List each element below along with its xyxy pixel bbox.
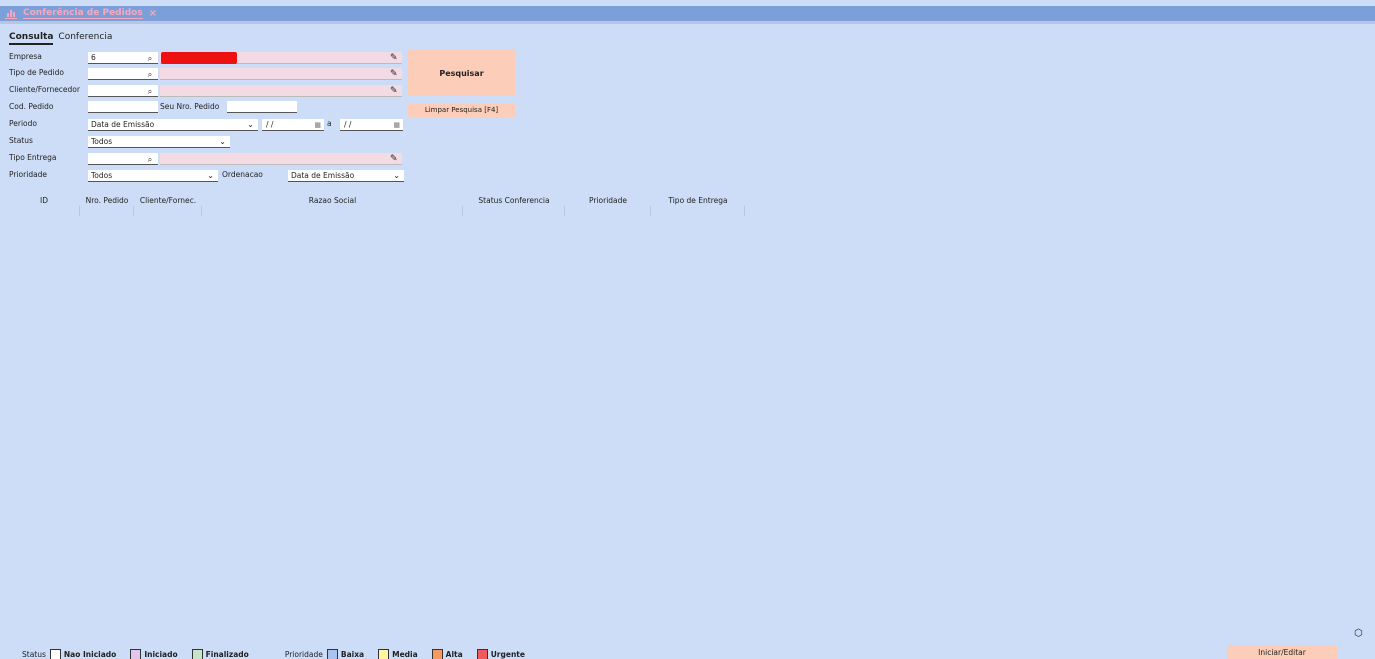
pencil-icon[interactable]: ✎: [390, 85, 398, 97]
cod-pedido-label: Cod. Pedido: [9, 102, 54, 111]
subtabs: Consulta Conferencia: [9, 32, 112, 45]
legend-urgente: Urgente: [476, 648, 525, 659]
legend-prioridade-caption: Prioridade: [284, 649, 323, 659]
color-swatch: [49, 648, 61, 659]
chevron-down-icon: ⌄: [393, 171, 400, 180]
column-id[interactable]: ID: [8, 196, 80, 216]
close-icon[interactable]: ×: [149, 8, 157, 19]
tab-title: Conferência de Pedidos: [23, 8, 143, 19]
date-separator: a: [327, 119, 332, 128]
tab-conferencia-pedidos[interactable]: Conferência de Pedidos ×: [5, 6, 157, 21]
tab-consulta[interactable]: Consulta: [9, 32, 54, 45]
prioridade-value: Todos: [91, 171, 113, 180]
seu-nro-pedido-input[interactable]: [227, 101, 297, 113]
column-razao-social-label: Razao Social: [308, 196, 357, 205]
chevron-down-icon: ⌄: [247, 120, 254, 129]
app-window: Conferência de Pedidos × Consulta Confer…: [0, 0, 1375, 659]
tipo-entrega-label: Tipo Entrega: [9, 153, 57, 162]
date-to-input[interactable]: / / ▦: [340, 119, 403, 131]
periodo-value: Data de Emissão: [91, 120, 155, 129]
bar-chart-icon: [5, 9, 17, 19]
date-from-input[interactable]: / / ▦: [262, 119, 324, 131]
status-label: Status: [9, 136, 33, 145]
column-nro-pedido[interactable]: Nro. Pedido: [80, 196, 134, 216]
chevron-down-icon: ⌄: [219, 137, 226, 146]
legend-label: Alta: [445, 649, 463, 659]
search-icon[interactable]: ⌕: [145, 86, 155, 98]
prioridade-label: Prioridade: [9, 170, 48, 179]
column-cliente-fornec[interactable]: Cliente/Fornec.: [134, 196, 202, 216]
tipo-pedido-description: [160, 68, 402, 80]
column-id-label: ID: [40, 196, 48, 205]
ordenacao-label: Ordenacao: [222, 170, 263, 179]
date-to-value: / /: [344, 120, 352, 129]
color-swatch: [191, 648, 203, 659]
iniciar-editar-button[interactable]: Iniciar/Editar: [1227, 645, 1337, 659]
legend-label: Baixa: [340, 649, 365, 659]
column-nro-pedido-label: Nro. Pedido: [85, 196, 129, 205]
color-swatch: [326, 648, 338, 659]
periodo-label: Periodo: [9, 119, 37, 128]
status-select[interactable]: Todos ⌄: [88, 136, 230, 148]
column-razao-social[interactable]: Razao Social: [202, 196, 463, 216]
calendar-icon[interactable]: ▦: [314, 119, 321, 131]
search-icon[interactable]: ⌕: [145, 53, 155, 65]
redacted-block: [161, 52, 237, 64]
legend-status-caption: Status: [22, 649, 46, 659]
column-status-conferencia-label: Status Conferencia: [478, 196, 550, 205]
pencil-icon[interactable]: ✎: [390, 52, 398, 64]
date-from-value: / /: [266, 120, 274, 129]
seu-nro-pedido-label: Seu Nro. Pedido: [160, 102, 220, 111]
cliente-label: Cliente/Fornecedor: [9, 85, 80, 94]
prioridade-select[interactable]: Todos ⌄: [88, 170, 218, 182]
limpar-pesquisa-button[interactable]: Limpar Pesquisa [F4]: [408, 103, 515, 117]
tab-conferencia[interactable]: Conferencia: [58, 32, 112, 45]
legend-label: Urgente: [490, 649, 525, 659]
pesquisar-button[interactable]: Pesquisar: [408, 50, 515, 96]
tipo-pedido-label: Tipo de Pedido: [9, 68, 64, 77]
search-icon[interactable]: ⌕: [145, 69, 155, 81]
legend-label: Iniciado: [144, 649, 178, 659]
ordenacao-value: Data de Emissão: [291, 171, 355, 180]
legend-alta: Alta: [431, 648, 463, 659]
legend-label: Nao Iniciado: [63, 649, 117, 659]
tipo-entrega-description: [160, 153, 402, 165]
status-value: Todos: [91, 137, 113, 146]
legend-finalizado: Finalizado: [191, 648, 249, 659]
column-tipo-entrega-label: Tipo de Entrega: [668, 196, 728, 205]
legend-media: Media: [378, 648, 418, 659]
legend-baixa: Baixa: [326, 648, 365, 659]
periodo-select[interactable]: Data de Emissão ⌄: [88, 119, 258, 131]
chevron-down-icon: ⌄: [207, 171, 214, 180]
title-divider: [0, 21, 1375, 24]
pencil-icon[interactable]: ✎: [390, 68, 398, 80]
pencil-icon[interactable]: ✎: [390, 153, 398, 165]
color-swatch: [476, 648, 488, 659]
color-swatch: [378, 648, 390, 659]
color-swatch: [431, 648, 443, 659]
calendar-icon[interactable]: ▦: [393, 119, 400, 131]
share-icon[interactable]: ⬡: [1354, 628, 1363, 639]
ordenacao-select[interactable]: Data de Emissão ⌄: [288, 170, 404, 182]
column-prioridade[interactable]: Prioridade: [565, 196, 651, 216]
column-prioridade-label: Prioridade: [588, 196, 628, 205]
empresa-label: Empresa: [9, 52, 42, 61]
column-cliente-fornec-label: Cliente/Fornec.: [139, 196, 197, 205]
cliente-description: [160, 85, 402, 97]
legend-iniciado: Iniciado: [130, 648, 178, 659]
cod-pedido-input[interactable]: [88, 101, 158, 113]
legend-label: Finalizado: [205, 649, 249, 659]
search-icon[interactable]: ⌕: [145, 154, 155, 166]
legend-label: Media: [392, 649, 418, 659]
column-tipo-entrega[interactable]: Tipo de Entrega: [651, 196, 745, 216]
legend: Status Nao Iniciado Iniciado Finalizado …: [22, 648, 539, 659]
color-swatch: [130, 648, 142, 659]
column-status-conferencia[interactable]: Status Conferencia: [463, 196, 565, 216]
legend-nao-iniciado: Nao Iniciado: [49, 648, 117, 659]
title-bar: Conferência de Pedidos ×: [0, 6, 1375, 21]
